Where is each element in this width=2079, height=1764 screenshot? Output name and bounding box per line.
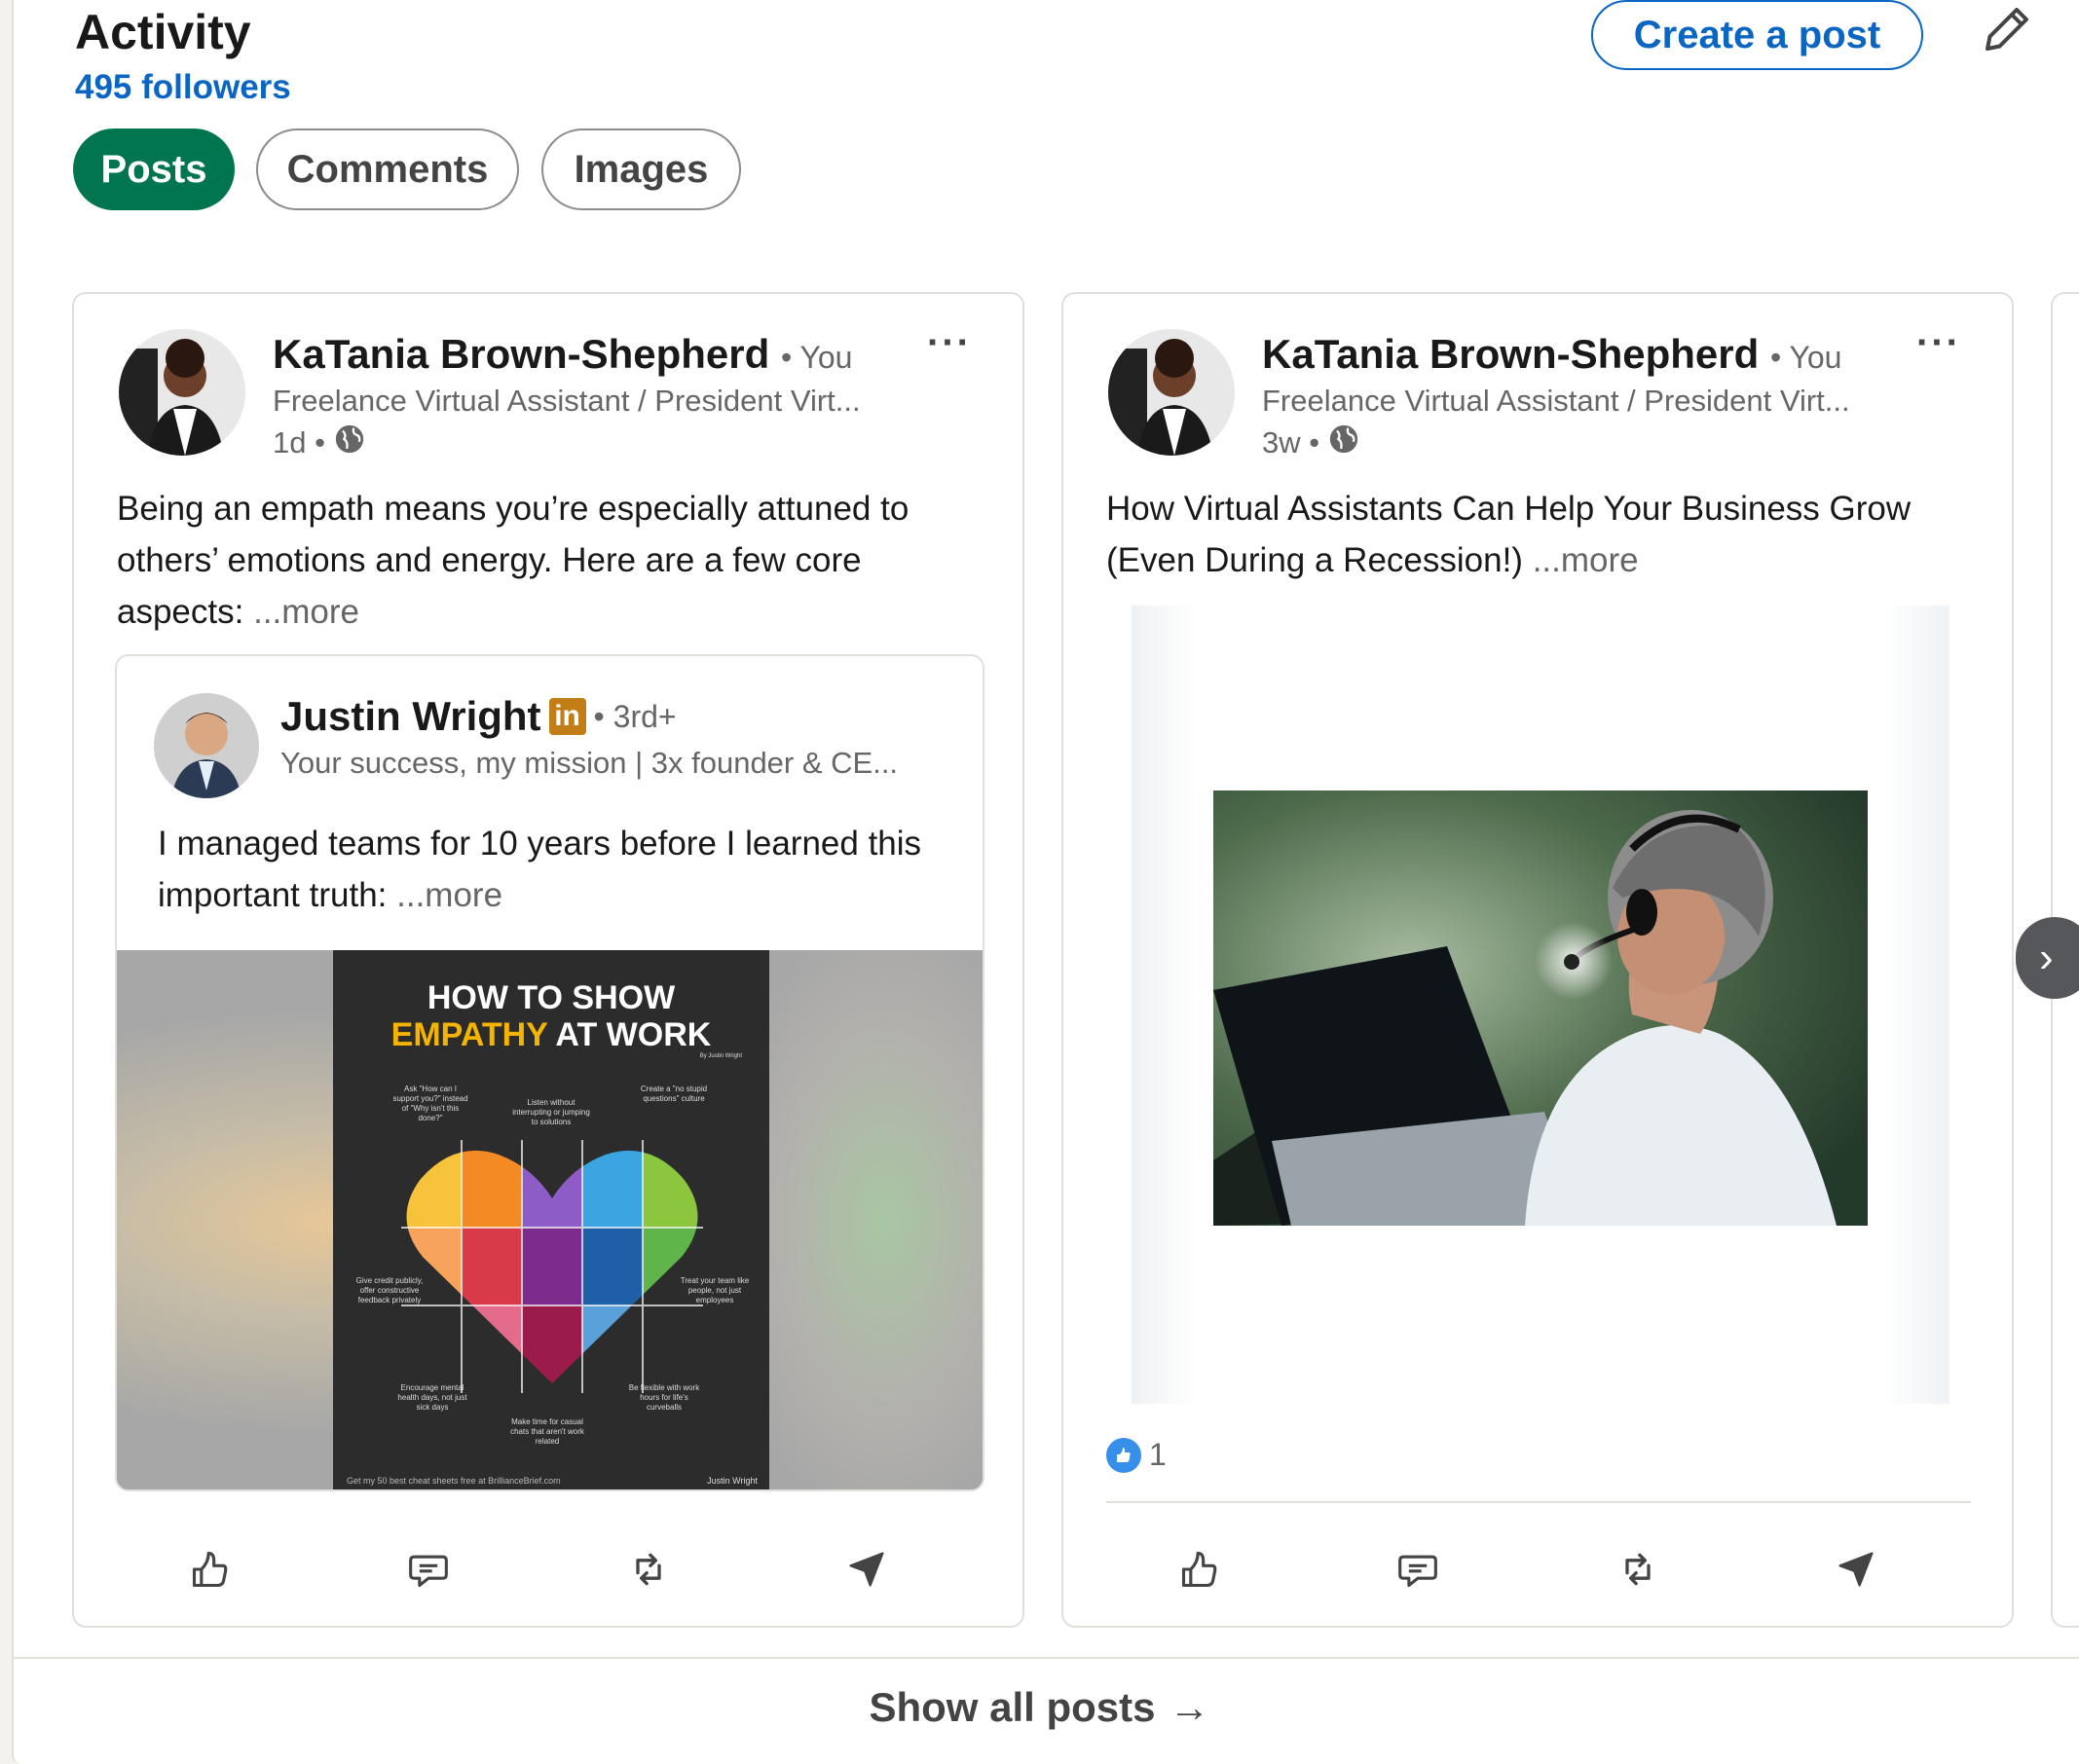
tab-comments[interactable]: Comments xyxy=(256,129,519,210)
infographic-highlight: EMPATHY xyxy=(390,1016,548,1053)
see-more-link[interactable]: ...more xyxy=(253,593,359,631)
pencil-icon[interactable] xyxy=(1978,0,2036,58)
avatar[interactable] xyxy=(119,329,245,456)
reshared-text: I managed teams for 10 years before I le… xyxy=(158,818,956,921)
more-options-icon[interactable]: ··· xyxy=(927,321,972,365)
post-card: KaTania Brown-Shepherd • You Freelance V… xyxy=(72,292,1024,1628)
linkedin-premium-icon: in xyxy=(548,698,586,735)
infographic-subtitle-rest: AT WORK xyxy=(547,1016,712,1053)
infographic-tip: Create a "no stupid questions" culture xyxy=(640,1084,708,1103)
infographic: HOW TO SHOW EMPATHY AT WORK By Justin Wr… xyxy=(333,950,769,1489)
infographic-tip: Make time for casual chats that aren't w… xyxy=(510,1417,584,1446)
tab-images[interactable]: Images xyxy=(541,129,741,210)
post-card: KaTania Brown-Shepherd • You Freelance V… xyxy=(1061,292,2014,1628)
puzzle-heart-graphic xyxy=(401,1140,703,1393)
connection-degree: • 3rd+ xyxy=(593,698,677,734)
show-all-posts-button[interactable]: Show all posts → xyxy=(0,1684,2079,1731)
arrow-right-icon: → xyxy=(1169,1684,1210,1730)
repost-icon[interactable] xyxy=(619,1540,678,1599)
create-post-button[interactable]: Create a post xyxy=(1591,0,1923,70)
tab-posts[interactable]: Posts xyxy=(73,129,235,210)
send-icon[interactable] xyxy=(1827,1540,1885,1599)
post-time: 3w • xyxy=(1262,425,1320,459)
author-headline: Freelance Virtual Assistant / President … xyxy=(1262,384,1850,418)
show-all-posts-label: Show all posts xyxy=(869,1684,1156,1730)
reshared-author-name[interactable]: Justin Wright xyxy=(280,693,541,740)
reactions-summary[interactable]: 1 xyxy=(1106,1437,1167,1473)
repost-icon[interactable] xyxy=(1609,1540,1667,1599)
reaction-count: 1 xyxy=(1149,1437,1167,1472)
reshared-headline: Your success, my mission | 3x founder & … xyxy=(280,746,899,780)
author-headline: Freelance Virtual Assistant / President … xyxy=(273,384,861,418)
post-image[interactable] xyxy=(1132,606,1949,1404)
globe-icon xyxy=(333,423,366,463)
infographic-tip: Ask "How can I support you?" instead of … xyxy=(392,1084,468,1122)
like-icon[interactable] xyxy=(181,1540,240,1599)
chevron-right-icon: › xyxy=(2039,934,2054,981)
post-actions xyxy=(1063,1540,2012,1602)
author-name-text[interactable]: KaTania Brown-Shepherd xyxy=(273,331,769,377)
reshared-author[interactable]: Justin Wright in • 3rd+ xyxy=(280,693,677,740)
infographic-subtitle: EMPATHY AT WORK xyxy=(333,1016,769,1054)
globe-icon xyxy=(1327,423,1360,463)
post-body: Being an empath means you’re especially … xyxy=(117,490,910,631)
post-text: Being an empath means you’re especially … xyxy=(117,483,993,638)
see-more-link[interactable]: ...more xyxy=(1533,541,1639,579)
infographic-author: Justin Wright xyxy=(707,1476,758,1486)
author-name-text[interactable]: KaTania Brown-Shepherd xyxy=(1262,331,1759,377)
see-more-link[interactable]: ...more xyxy=(396,876,502,914)
post-text: How Virtual Assistants Can Help Your Bus… xyxy=(1106,483,1983,586)
author-name[interactable]: KaTania Brown-Shepherd • You xyxy=(1262,331,1841,378)
reshared-body: I managed teams for 10 years before I le… xyxy=(158,825,922,914)
followers-link[interactable]: 495 followers xyxy=(75,68,291,107)
more-options-icon[interactable]: ··· xyxy=(1916,321,1961,365)
comment-icon[interactable] xyxy=(399,1540,458,1599)
avatar[interactable] xyxy=(1108,329,1235,456)
post-time: 1d • xyxy=(273,425,325,459)
reshared-post[interactable]: Justin Wright in • 3rd+ Your success, my… xyxy=(115,654,984,1491)
infographic-title: HOW TO SHOW xyxy=(427,979,676,1016)
avatar[interactable] xyxy=(154,693,259,798)
infographic-tip: Listen without interrupting or jumping t… xyxy=(512,1098,590,1126)
like-reaction-icon xyxy=(1106,1437,1141,1473)
like-icon[interactable] xyxy=(1170,1540,1229,1599)
post-meta: 1d • xyxy=(273,423,366,463)
infographic-footer: Get my 50 best cheat sheets free at Bril… xyxy=(347,1476,561,1486)
divider xyxy=(1106,1501,1971,1503)
comment-icon[interactable] xyxy=(1389,1540,1447,1599)
post-meta: 3w • xyxy=(1262,423,1360,463)
divider xyxy=(14,1657,2079,1659)
infographic-byline: By Justin Wright xyxy=(699,1053,742,1059)
photo-woman-with-headset xyxy=(1213,790,1868,1226)
author-name[interactable]: KaTania Brown-Shepherd • You xyxy=(273,331,852,378)
post-actions xyxy=(74,1540,1022,1602)
relation-label: • You xyxy=(780,340,853,375)
post-body: How Virtual Assistants Can Help Your Bus… xyxy=(1106,490,1912,579)
post-image[interactable]: HOW TO SHOW EMPATHY AT WORK By Justin Wr… xyxy=(117,950,983,1489)
section-title: Activity xyxy=(75,5,251,59)
relation-label: • You xyxy=(1769,340,1842,375)
send-icon[interactable] xyxy=(837,1540,896,1599)
